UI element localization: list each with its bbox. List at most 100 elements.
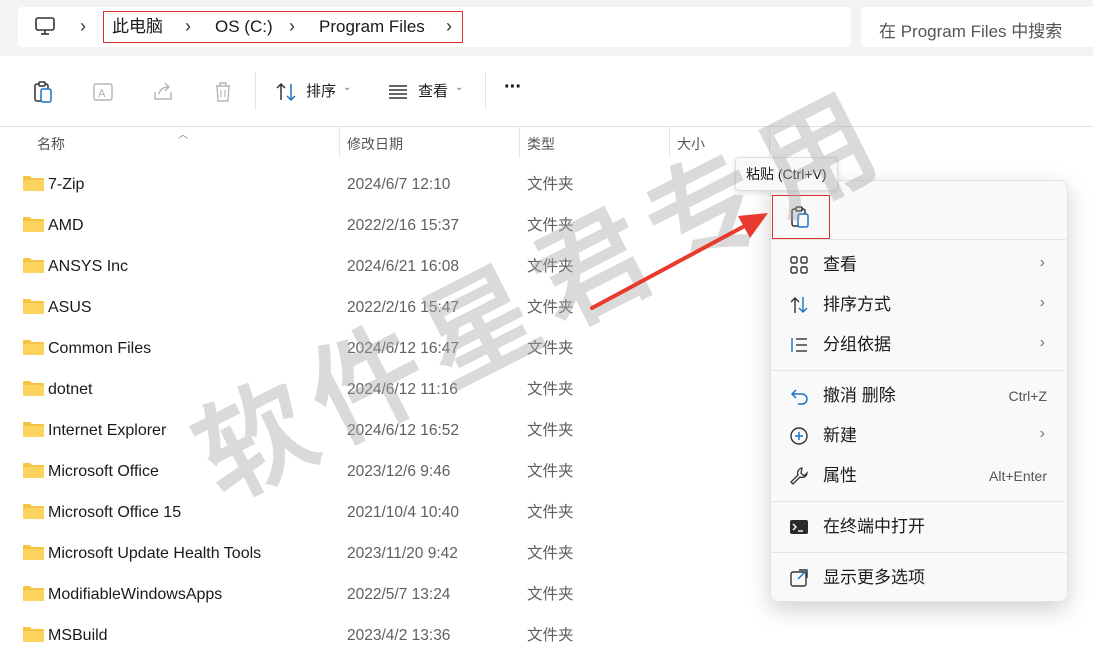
view-icon[interactable] [386, 80, 410, 104]
file-row[interactable]: Microsoft Update Health Tools 2023/11/20… [0, 533, 770, 574]
paste-tooltip: 粘贴 (Ctrl+V) [735, 157, 838, 191]
column-divider[interactable] [339, 126, 340, 158]
column-header-name[interactable]: 名称 [37, 134, 65, 154]
menu-item-label: 属性 [823, 466, 857, 485]
chevron-down-icon[interactable]: ⌄ [343, 82, 351, 93]
file-modified: 2024/6/12 16:52 [347, 422, 460, 439]
paste-icon [791, 206, 809, 228]
column-divider[interactable] [519, 126, 520, 158]
menu-item-new[interactable]: 新建 › [771, 416, 1067, 456]
paste-button[interactable] [772, 195, 830, 239]
breadcrumb-this-pc[interactable]: 此电脑 [112, 16, 163, 38]
sort-icon[interactable] [274, 80, 298, 104]
file-name: ANSYS Inc [48, 258, 129, 275]
menu-divider [772, 501, 1066, 502]
folder-icon [23, 504, 44, 519]
file-type: 文件夹 [527, 381, 574, 398]
sort-icon [790, 297, 808, 313]
folder-icon [23, 463, 44, 478]
file-modified: 2023/12/6 9:46 [347, 463, 451, 480]
more-options-button[interactable]: ··· [504, 77, 522, 97]
folder-icon [23, 217, 44, 232]
file-type: 文件夹 [527, 299, 574, 316]
file-row[interactable]: Internet Explorer 2024/6/12 16:52 文件夹 [0, 410, 770, 451]
menu-divider [772, 239, 1066, 240]
chevron-right-icon: › [1039, 254, 1045, 271]
chevron-right-icon[interactable]: › [80, 15, 86, 37]
file-row[interactable]: ModifiableWindowsApps 2022/5/7 13:24 文件夹 [0, 574, 770, 615]
command-bar: A 排序 ⌄ 查看 ⌄ ··· [0, 56, 1093, 127]
column-header-row: ︿ 名称 修改日期 类型 大小 [0, 126, 770, 158]
delete-icon[interactable] [211, 80, 235, 104]
breadcrumb-program-files[interactable]: Program Files [319, 16, 425, 38]
search-box[interactable]: 在 Program Files 中搜索 [861, 7, 1093, 47]
menu-item-properties[interactable]: 属性 Alt+Enter [771, 456, 1067, 496]
chevron-right-icon: › [1039, 425, 1045, 442]
folder-icon [23, 258, 44, 273]
chevron-right-icon[interactable]: › [289, 15, 295, 37]
column-divider[interactable] [769, 126, 770, 158]
menu-item-view[interactable]: 查看 › [771, 245, 1067, 285]
menu-item-undo-delete[interactable]: 撤消 删除 Ctrl+Z [771, 376, 1067, 416]
file-modified: 2024/6/7 12:10 [347, 176, 451, 193]
file-row[interactable]: MSBuild 2023/4/2 13:36 文件夹 [0, 615, 770, 656]
menu-item-label: 查看 [823, 255, 857, 274]
menu-divider [772, 370, 1066, 371]
folder-icon [23, 627, 44, 642]
file-row[interactable]: Microsoft Office 15 2021/10/4 10:40 文件夹 [0, 492, 770, 533]
file-name: 7-Zip [48, 176, 85, 193]
chevron-right-icon: › [1039, 294, 1045, 311]
file-name: ASUS [48, 299, 92, 316]
file-type: 文件夹 [527, 545, 574, 562]
file-name: dotnet [48, 381, 93, 398]
menu-divider [772, 552, 1066, 553]
column-header-size[interactable]: 大小 [677, 134, 705, 154]
file-row[interactable]: Common Files 2024/6/12 16:47 文件夹 [0, 328, 770, 369]
file-row[interactable]: Microsoft Office 2023/12/6 9:46 文件夹 [0, 451, 770, 492]
breadcrumb-os-c[interactable]: OS (C:) [215, 16, 273, 38]
file-name: ModifiableWindowsApps [48, 586, 223, 603]
more-options-icon [790, 569, 808, 587]
menu-item-label: 撤消 删除 [823, 386, 896, 405]
search-placeholder: 在 Program Files 中搜索 [879, 22, 1063, 41]
file-modified: 2021/10/4 10:40 [347, 504, 460, 521]
menu-item-group-by[interactable]: 分组依据 › [771, 325, 1067, 365]
share-icon[interactable] [151, 80, 175, 104]
file-modified: 2023/11/20 9:42 [347, 545, 458, 562]
wrench-icon [790, 467, 808, 485]
folder-icon [23, 176, 44, 191]
menu-item-label: 显示更多选项 [823, 568, 925, 587]
file-row[interactable]: ANSYS Inc 2024/6/21 16:08 文件夹 [0, 246, 770, 287]
menu-item-show-more-options[interactable]: 显示更多选项 [771, 558, 1067, 598]
file-row[interactable]: 7-Zip 2024/6/7 12:10 文件夹 [0, 164, 770, 205]
sort-button-label[interactable]: 排序 [306, 83, 336, 101]
column-header-modified[interactable]: 修改日期 [347, 134, 403, 154]
file-row[interactable]: AMD 2022/2/16 15:37 文件夹 [0, 205, 770, 246]
file-modified: 2024/6/21 16:08 [347, 258, 460, 275]
menu-item-open-terminal[interactable]: 在终端中打开 [771, 507, 1067, 547]
file-row[interactable]: dotnet 2024/6/12 11:16 文件夹 [0, 369, 770, 410]
this-pc-icon[interactable] [34, 15, 56, 37]
file-type: 文件夹 [527, 463, 574, 480]
menu-item-sort-by[interactable]: 排序方式 › [771, 285, 1067, 325]
paste-icon[interactable] [31, 80, 55, 104]
group-list-icon [791, 338, 807, 352]
column-header-type[interactable]: 类型 [527, 134, 555, 154]
chevron-right-icon[interactable]: › [185, 15, 191, 37]
chevron-right-icon: › [1039, 334, 1045, 351]
terminal-icon [790, 520, 808, 534]
file-type: 文件夹 [527, 176, 574, 193]
rename-icon[interactable]: A [91, 80, 115, 104]
chevron-down-icon[interactable]: ⌄ [455, 82, 463, 93]
column-divider[interactable] [669, 126, 670, 158]
chevron-right-icon[interactable]: › [446, 15, 452, 37]
folder-icon [23, 586, 44, 601]
file-row[interactable]: ASUS 2022/2/16 15:47 文件夹 [0, 287, 770, 328]
undo-icon [790, 389, 808, 405]
file-type: 文件夹 [527, 627, 574, 644]
view-button-label[interactable]: 查看 [418, 83, 448, 101]
folder-icon [23, 545, 44, 560]
file-name: MSBuild [48, 627, 108, 644]
menu-item-label: 分组依据 [823, 335, 891, 354]
sort-ascending-icon: ︿ [178, 130, 188, 141]
